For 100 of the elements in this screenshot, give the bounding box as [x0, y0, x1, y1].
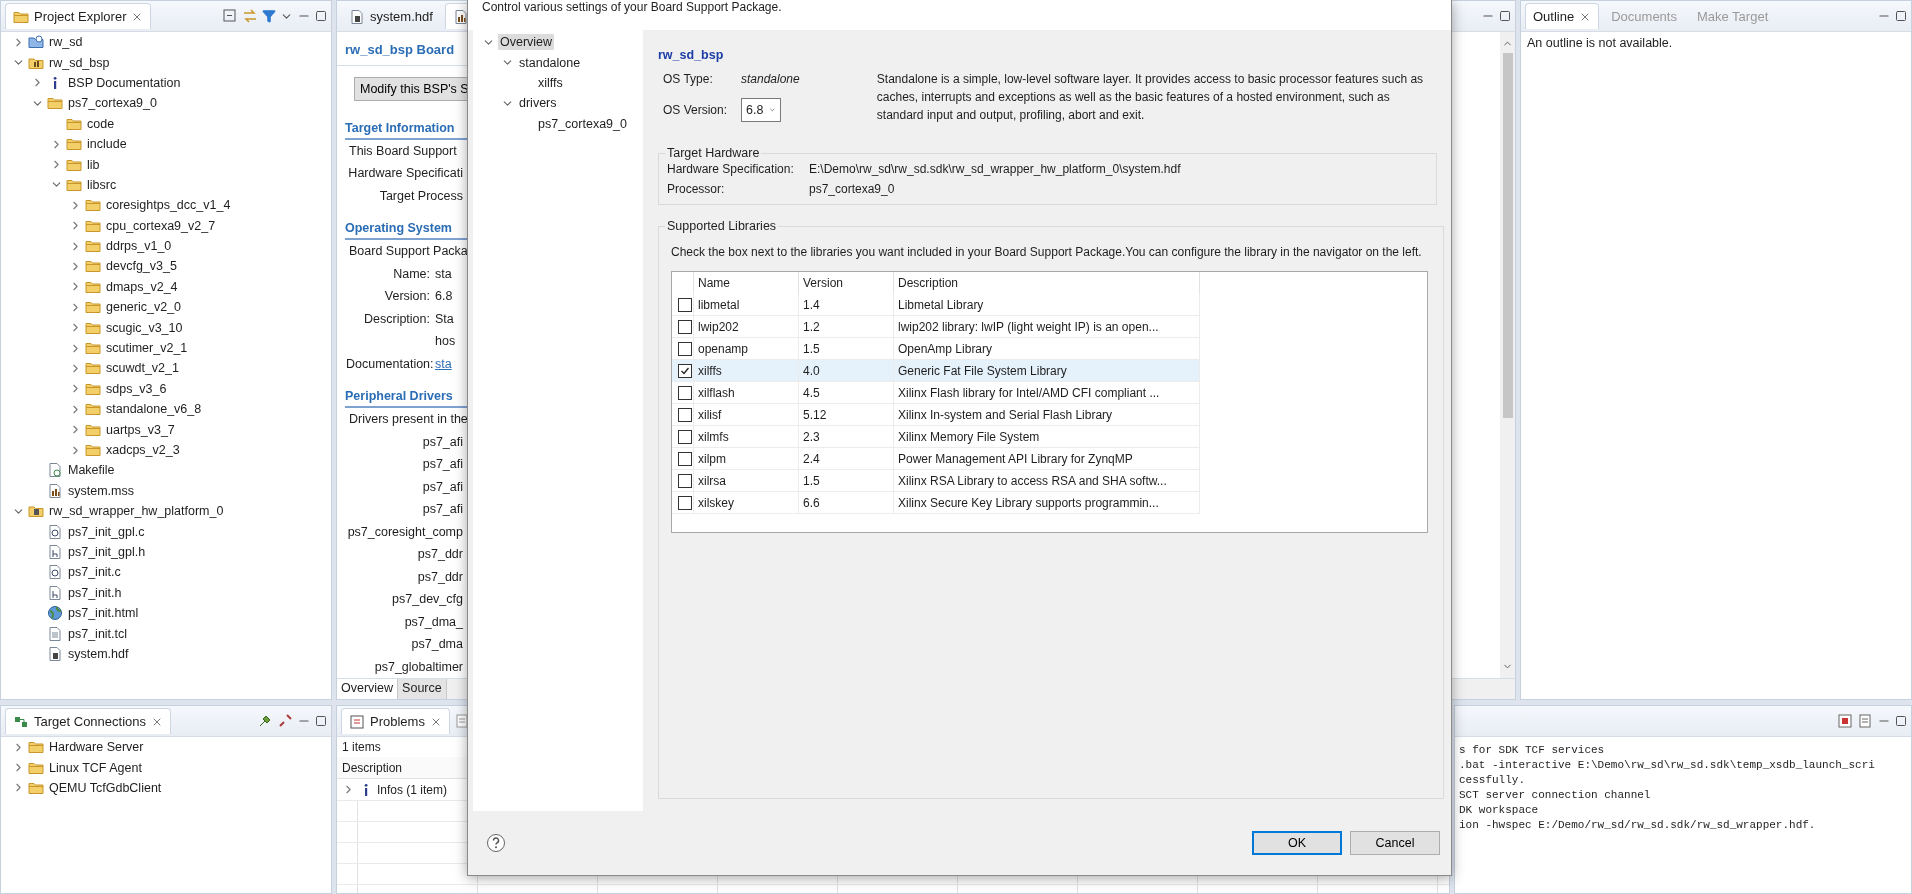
table-row[interactable]: lwip202 1.2 lwip202 library: lwIP (light weight IP) is an open... — [672, 316, 1200, 338]
tree-item[interactable]: system.hdf — [66, 645, 131, 662]
tree-item[interactable]: code — [85, 115, 117, 132]
os-version-select[interactable]: 6.8 — [741, 98, 781, 122]
dialog-button[interactable]: Cancel — [1350, 831, 1440, 855]
field-label: Hardware Specificati — [348, 166, 463, 181]
tree-item[interactable]: ps7_init.c — [66, 564, 123, 581]
tree-item[interactable]: generic_v2_0 — [104, 299, 184, 316]
tree-item[interactable]: xadcps_v2_3 — [104, 442, 182, 458]
nav-item[interactable]: Overview — [498, 34, 555, 51]
tree-item[interactable]: rw_sd_bsp — [47, 54, 112, 71]
tree-item[interactable]: scuwdt_v2_1 — [104, 360, 181, 377]
tree-item[interactable]: ddrps_v1_0 — [104, 238, 174, 255]
text-file-icon — [47, 625, 63, 642]
tree-item[interactable]: system.mss — [66, 482, 136, 499]
checkbox[interactable] — [678, 297, 692, 312]
checkbox[interactable] — [678, 363, 692, 378]
editor-text: Drivers present in the — [349, 412, 468, 427]
table-cell: 4.5 — [799, 382, 894, 403]
item-count: 1 items — [341, 739, 382, 756]
table-cell: 1.5 — [799, 470, 894, 491]
view-tab[interactable]: Outline — [1525, 3, 1600, 29]
field-label: OS Version: — [663, 103, 729, 117]
table-row[interactable]: xilrsa 1.5 Xilinx RSA Library to access RSA and SHA softw... — [672, 470, 1200, 492]
c-file-icon — [47, 523, 63, 540]
scrollbar[interactable] — [1500, 32, 1515, 678]
tree-item[interactable]: BSP Documentation — [66, 74, 183, 91]
nav-item[interactable]: ps7_cortexa9_0 — [536, 115, 629, 132]
checkbox[interactable] — [678, 319, 692, 334]
tree-item[interactable]: sdps_v3_6 — [104, 380, 169, 397]
editor-tab[interactable]: Overview — [337, 679, 399, 699]
nav-item[interactable]: xilffs — [536, 74, 565, 91]
tree-item[interactable]: ps7_cortexa9_0 — [66, 95, 159, 112]
checkbox[interactable] — [678, 451, 692, 466]
tree-item[interactable]: Hardware Server — [47, 739, 146, 756]
column-header[interactable]: Name — [698, 276, 730, 290]
problem-group[interactable]: Infos (1 item) — [377, 782, 448, 797]
maximize-icon[interactable] — [1499, 10, 1511, 22]
editor-tab[interactable]: Source — [398, 679, 447, 699]
checkbox[interactable] — [678, 407, 692, 422]
filter-icon[interactable] — [262, 9, 276, 23]
nav-item[interactable]: standalone — [517, 54, 583, 71]
checkbox[interactable] — [678, 385, 692, 400]
tree-item[interactable]: ps7_init.html — [66, 605, 141, 622]
table-row[interactable]: xilffs 4.0 Generic Fat File System Library — [672, 360, 1200, 382]
tree-item[interactable]: scutimer_v2_1 — [104, 340, 190, 357]
tree-item[interactable]: include — [85, 136, 129, 153]
checkbox[interactable] — [678, 341, 692, 356]
table-cell: Xilinx In-system and Serial Flash Library — [894, 404, 1200, 425]
table-row[interactable]: xilisf 5.12 Xilinx In-system and Serial Flash Library — [672, 404, 1200, 426]
tree-item[interactable]: Makefile — [66, 462, 117, 479]
tree-item[interactable]: dmaps_v2_4 — [104, 278, 180, 295]
table-row[interactable]: xilflash 4.5 Xilinx Flash library for Intel/AMD CFI compliant ... — [672, 382, 1200, 404]
nav-item[interactable]: drivers — [517, 95, 559, 112]
console-line: s for SDK TCF services — [1459, 743, 1606, 758]
table-row[interactable]: xilpm 2.4 Power Management API Library for ZynqMP — [672, 448, 1200, 470]
tree-item[interactable]: rw_sd_wrapper_hw_platform_0 — [47, 503, 226, 520]
tab-label[interactable]: system.hdf — [370, 9, 433, 24]
tree-item[interactable]: libsrc — [85, 176, 119, 193]
documentation-link[interactable]: sta — [435, 356, 452, 371]
makefile-icon — [47, 462, 63, 479]
checkbox[interactable] — [678, 473, 692, 488]
tree-item[interactable]: coresightps_dcc_v1_4 — [104, 197, 233, 214]
tree-item[interactable]: lib — [85, 156, 102, 173]
maximize-icon[interactable] — [315, 10, 327, 22]
tree-item[interactable]: ps7_init.h — [66, 584, 124, 601]
tree-item[interactable]: ps7_init.tcl — [66, 625, 130, 642]
table-row[interactable]: libmetal 1.4 Libmetal Library — [672, 294, 1200, 316]
table-row[interactable]: xilskey 6.6 Xilinx Secure Key Library supports programmin... — [672, 492, 1200, 514]
field-label: Description: — [363, 311, 431, 326]
tree-item[interactable]: uartps_v3_7 — [104, 421, 177, 438]
maximize-icon[interactable] — [315, 715, 327, 727]
dialog-button[interactable]: OK — [1252, 831, 1342, 855]
table-cell: Xilinx Secure Key Library supports programmin... — [894, 492, 1200, 513]
tree-item[interactable]: Linux TCF Agent — [47, 759, 144, 776]
tree-item[interactable]: ps7_init_gpl.h — [66, 543, 148, 560]
column-header[interactable]: Version — [803, 276, 844, 290]
table-cell: OpenAmp Library — [894, 338, 1200, 359]
console-line: .bat -interactive E:\Demo\rw_sd\rw_sd.sdk\temp_xsdb_launch_scri — [1459, 758, 1876, 773]
tree-item[interactable]: cpu_cortexa9_v2_7 — [104, 217, 218, 234]
tree-item[interactable]: rw_sd — [47, 34, 85, 51]
folder-icon — [66, 136, 82, 153]
table-row[interactable]: xilmfs 2.3 Xilinx Memory File System — [672, 426, 1200, 448]
column-header[interactable]: Description — [342, 760, 403, 775]
c-file-icon — [47, 564, 63, 581]
tree-item[interactable]: standalone_v6_8 — [104, 401, 204, 418]
checkbox[interactable] — [678, 429, 692, 444]
group-title: Target Hardware — [666, 146, 761, 160]
maximize-icon[interactable] — [1895, 715, 1907, 727]
tree-item[interactable]: QEMU TcfGdbClient — [47, 779, 164, 796]
column-header[interactable]: Description — [898, 276, 959, 290]
checkbox[interactable] — [678, 495, 692, 510]
tree-item[interactable]: devcfg_v3_5 — [104, 258, 179, 275]
table-cell: 2.3 — [799, 426, 894, 447]
tree-item[interactable]: scugic_v3_10 — [104, 319, 185, 336]
maximize-icon[interactable] — [1895, 10, 1907, 22]
field-value: hos — [435, 334, 456, 349]
h-file-icon — [47, 584, 63, 601]
field-label: Name: — [392, 266, 431, 281]
tree-item[interactable]: ps7_init_gpl.c — [66, 523, 147, 540]
